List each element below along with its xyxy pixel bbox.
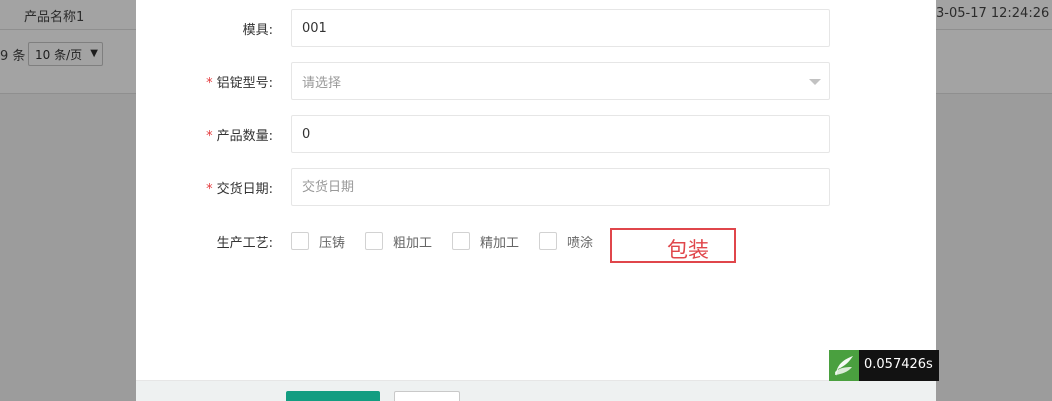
process-option-spraying[interactable]: 喷涂 (539, 232, 593, 251)
required-mark: * (206, 76, 213, 91)
ingot-model-placeholder: 请选择 (302, 75, 342, 91)
timestamp-cell: 3-05-17 12:24:26 (936, 6, 1050, 21)
confirm-button[interactable] (286, 391, 380, 401)
process-option-label: 粗加工 (393, 235, 433, 251)
delivery-date-label: * 交货日期: (206, 182, 273, 197)
dialog-footer (136, 380, 936, 401)
pagination-total: 9 条 (0, 49, 26, 64)
form-row-ingot-model: * 铝锭型号: 请选择 (136, 62, 936, 100)
process-label: 生产工艺: (216, 236, 273, 251)
process-option-finish-machining[interactable]: 精加工 (452, 232, 519, 251)
form-row-process: 生产工艺: 压铸 粗加工 精加工 喷涂 (136, 222, 936, 260)
mold-label: 模具: (242, 23, 273, 38)
leaf-logo-icon (829, 350, 859, 381)
process-checkbox-group: 压铸 粗加工 精加工 喷涂 (291, 222, 613, 260)
checkbox[interactable] (539, 232, 558, 250)
process-option-label: 喷涂 (567, 235, 594, 251)
process-option-die-casting[interactable]: 压铸 (291, 232, 345, 251)
response-time: 0.057426s (859, 350, 939, 381)
form-row-mold: 模具: (136, 9, 936, 47)
checkbox[interactable] (291, 232, 309, 250)
chevron-down-icon: ▼ (90, 48, 98, 59)
checkbox[interactable] (452, 232, 471, 250)
process-option-label: 精加工 (480, 235, 520, 251)
ingot-model-select[interactable]: 请选择 (291, 62, 830, 100)
required-mark: * (206, 182, 213, 197)
checkbox[interactable] (365, 232, 384, 250)
delivery-date-input[interactable] (291, 168, 830, 206)
product-name-cell: 产品名称1 (24, 10, 85, 25)
mold-input[interactable] (291, 9, 830, 47)
timing-badge: 0.057426s (829, 350, 939, 381)
required-mark: * (206, 129, 213, 144)
process-option-label: 压铸 (319, 235, 346, 251)
quantity-input[interactable] (291, 115, 830, 153)
ingot-model-label: * 铝锭型号: (206, 76, 273, 91)
page-size-select[interactable]: 10 条/页 ▼ (28, 42, 103, 66)
form-row-delivery-date: * 交货日期: (136, 168, 936, 206)
process-option-rough-machining[interactable]: 粗加工 (365, 232, 432, 251)
cancel-button[interactable] (394, 391, 460, 401)
page-size-value: 10 条/页 (35, 48, 83, 62)
edit-dialog: 模具: *铝锭型号: 请选择 *产品数量: *交货日期: 生产工艺: 压铸 粗加… (136, 0, 936, 401)
quantity-label: * 产品数量: (206, 129, 273, 144)
caret-down-icon (809, 79, 821, 85)
form-row-quantity: * 产品数量: (136, 115, 936, 153)
packaging-annotation: 包装 (610, 228, 736, 263)
